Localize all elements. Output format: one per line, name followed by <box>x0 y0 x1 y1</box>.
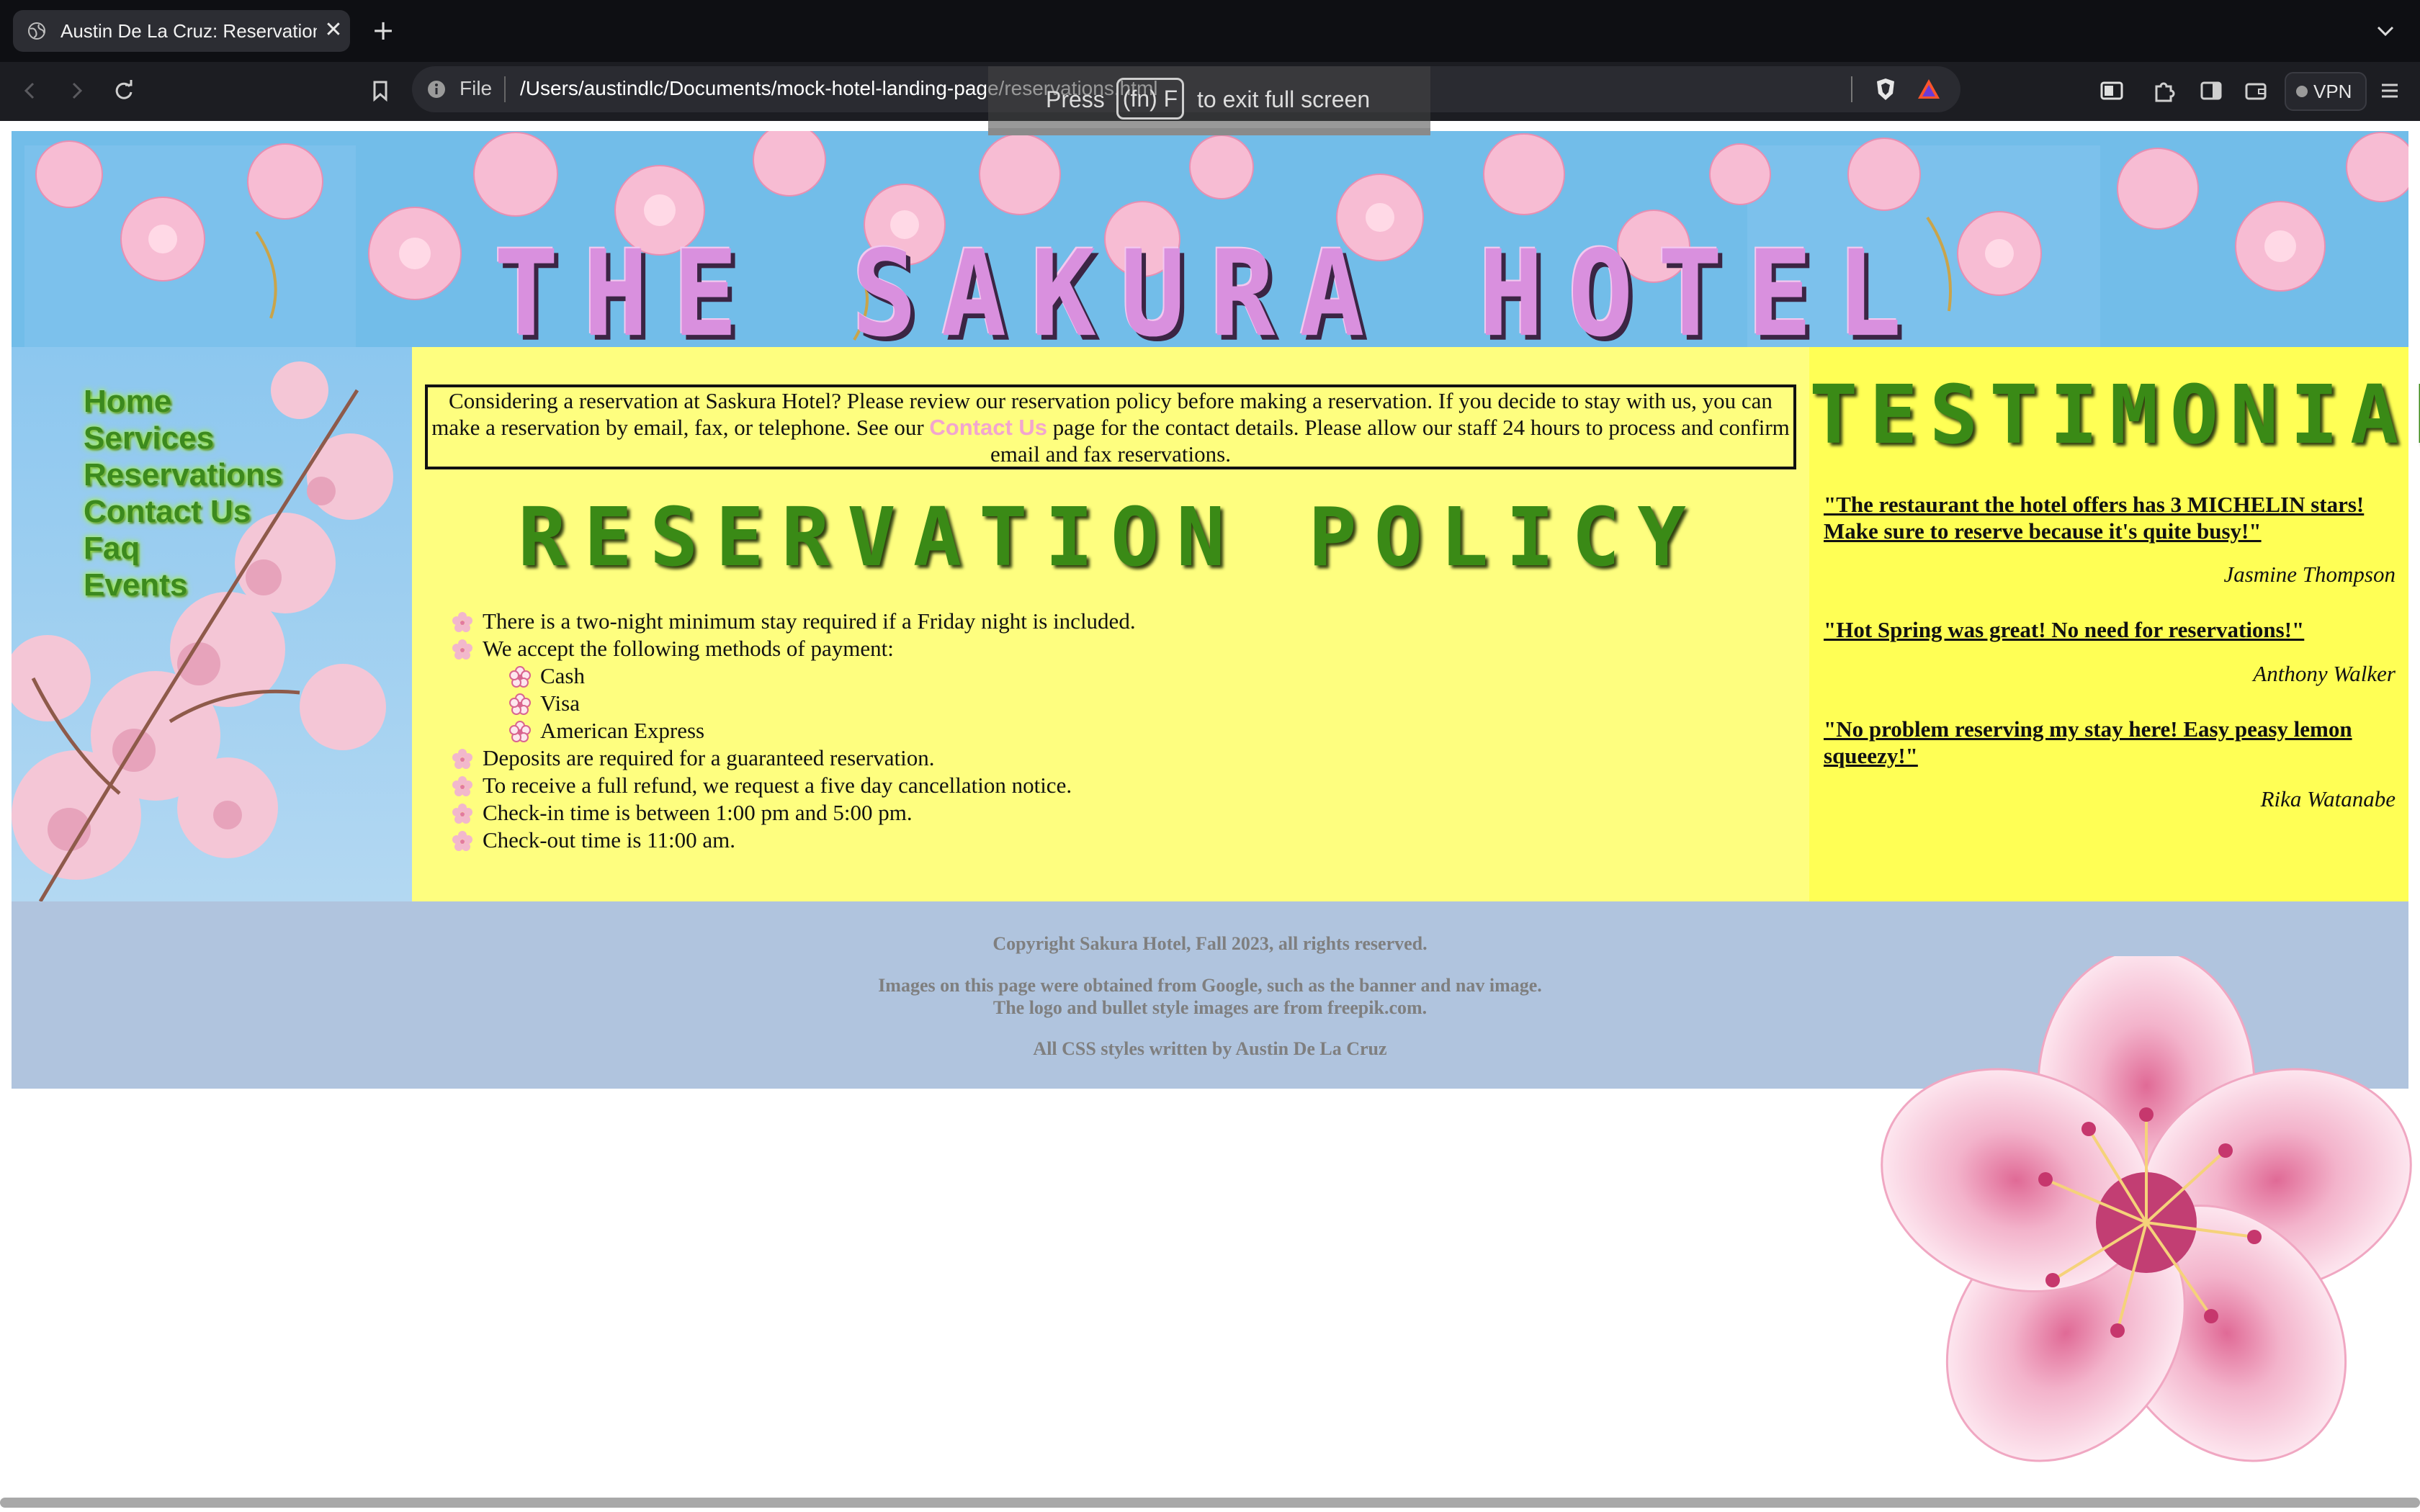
list-item: Cash <box>451 662 1747 690</box>
forward-arrow-icon[interactable] <box>62 76 91 105</box>
sakura-bullet-icon <box>452 749 472 769</box>
brave-rewards-icon[interactable] <box>1916 76 1942 102</box>
sakura-outline-bullet-icon <box>509 721 531 742</box>
policy-item-text: We accept the following methods of payme… <box>483 636 894 661</box>
brave-shield-icon[interactable] <box>1873 76 1899 102</box>
nav-link-contact-us[interactable]: Contact Us <box>84 493 282 530</box>
browser-tab-bar: Austin De La Cruz: Reservations ✕ + <box>0 0 2420 62</box>
testimonial-quote: "Hot Spring was great! No need for reser… <box>1824 617 2305 642</box>
reservation-policy-heading: RESERVATION POLICY <box>518 491 1703 585</box>
hotel-banner: THE SAKURA HOTEL <box>12 131 2408 347</box>
sidebar-icon[interactable] <box>2197 76 2226 105</box>
testimonial-quote: "No problem reserving my stay here! Easy… <box>1824 716 2352 768</box>
payment-method-text: American Express <box>540 718 705 743</box>
nav-list: Home Services Reservations Contact Us Fa… <box>84 383 282 603</box>
side-navigation: Home Services Reservations Contact Us Fa… <box>12 347 412 901</box>
hamburger-menu-icon[interactable] <box>2375 76 2404 105</box>
sakura-bullet-icon <box>452 804 472 824</box>
reload-icon[interactable] <box>109 76 138 105</box>
testimonials-panel: TESTIMONIALS "The restaurant the hotel o… <box>1809 347 2420 901</box>
url-scheme: File <box>460 77 493 99</box>
list-item: To receive a full refund, we request a f… <box>451 772 1747 799</box>
close-tab-button[interactable]: ✕ <box>321 17 346 43</box>
testimonial-quote: "The restaurant the hotel offers has 3 M… <box>1824 492 2365 544</box>
tab-title: Austin De La Cruz: Reservations <box>60 20 317 42</box>
fullscreen-exit-hint: Press (fn) F to exit full screen <box>988 66 1430 135</box>
url-right-divider <box>1851 76 1852 102</box>
sakura-outline-bullet-icon <box>509 666 531 688</box>
nav-link-reservations[interactable]: Reservations <box>84 456 282 493</box>
hint-timer-bar <box>988 128 1430 135</box>
main-content: Considering a reservation at Saskura Hot… <box>412 347 1809 901</box>
policy-item-text: Deposits are required for a guaranteed r… <box>483 745 935 770</box>
sakura-outline-bullet-icon <box>509 693 531 715</box>
payment-method-text: Cash <box>540 663 585 688</box>
list-item: There is a two-night minimum stay requir… <box>451 608 1747 635</box>
wallet-icon[interactable] <box>2241 76 2270 105</box>
policy-list: There is a two-night minimum stay requir… <box>451 608 1747 854</box>
list-item: We accept the following methods of payme… <box>451 635 1747 662</box>
payment-method-text: Visa <box>540 690 580 716</box>
policy-item-text: Check-in time is between 1:00 pm and 5:0… <box>483 800 913 825</box>
info-icon[interactable] <box>426 79 447 99</box>
list-item: Check-in time is between 1:00 pm and 5:0… <box>451 799 1747 827</box>
horizontal-scrollbar[interactable] <box>0 1498 2420 1508</box>
sakura-flower-logo <box>1881 956 2412 1462</box>
list-item: Deposits are required for a guaranteed r… <box>451 744 1747 772</box>
sakura-bullet-icon <box>452 639 472 660</box>
testimonial-author: Anthony Walker <box>2253 661 2396 686</box>
back-arrow-icon[interactable] <box>16 76 45 105</box>
testimonial-author: Rika Watanabe <box>2260 786 2396 811</box>
nav-link-faq[interactable]: Faq <box>84 530 282 567</box>
chevron-down-icon[interactable] <box>2371 19 2400 43</box>
browser-tab[interactable]: Austin De La Cruz: Reservations ✕ <box>13 10 350 52</box>
vpn-label: VPN <box>2313 81 2352 102</box>
nav-link-home[interactable]: Home <box>84 383 282 420</box>
sakura-bullet-icon <box>452 776 472 796</box>
hotel-title: THE SAKURA HOTEL <box>493 225 1927 347</box>
hint-key: (fn) F <box>1116 78 1184 120</box>
copyright-text: Copyright Sakura Hotel, Fall 2023, all r… <box>992 933 1428 954</box>
list-item: American Express <box>451 717 1747 744</box>
new-tab-button[interactable]: + <box>369 16 398 45</box>
nav-link-events[interactable]: Events <box>84 567 282 603</box>
sakura-bullet-icon <box>452 612 472 632</box>
list-item: Visa <box>451 690 1747 717</box>
intro-text-end: page for the contact details. Please all… <box>990 415 1790 467</box>
vpn-button[interactable]: VPN <box>2285 72 2367 111</box>
policy-item-text: Check-out time is 11:00 am. <box>483 827 735 852</box>
url-divider <box>504 76 506 102</box>
intro-box: Considering a reservation at Saskura Hot… <box>425 384 1796 469</box>
policy-item-text: There is a two-night minimum stay requir… <box>483 608 1136 634</box>
web-page: THE SAKURA HOTEL Home Services Reservati… <box>0 121 2420 1512</box>
reader-mode-icon[interactable] <box>2097 76 2126 105</box>
hint-text-after: to exit full screen <box>1197 86 1371 112</box>
sakura-bullet-icon <box>452 831 472 851</box>
globe-icon <box>28 22 45 40</box>
hint-text-before: Press <box>1046 86 1105 112</box>
list-item: Check-out time is 11:00 am. <box>451 827 1747 854</box>
bookmark-icon[interactable] <box>366 76 395 105</box>
policy-item-text: To receive a full refund, we request a f… <box>483 773 1072 798</box>
vpn-status-dot <box>2296 86 2308 97</box>
nav-link-services[interactable]: Services <box>84 420 282 456</box>
extensions-icon[interactable] <box>2149 76 2178 105</box>
contact-us-link[interactable]: Contact Us <box>929 415 1047 440</box>
testimonial-author: Jasmine Thompson <box>2223 562 2396 587</box>
testimonials-heading: TESTIMONIALS <box>1809 369 2420 462</box>
